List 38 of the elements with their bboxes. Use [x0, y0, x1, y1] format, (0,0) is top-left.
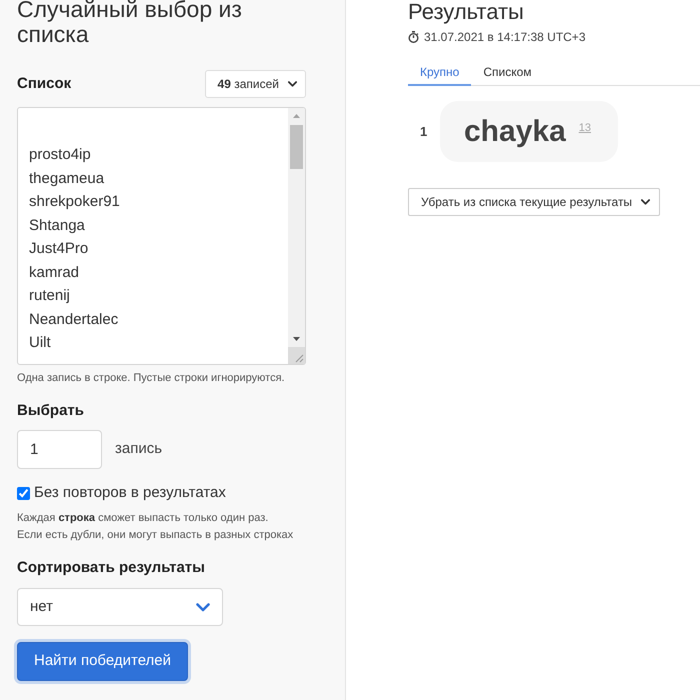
list-label: Список — [17, 74, 72, 94]
scrollbar-thumb[interactable] — [290, 125, 303, 169]
sort-select[interactable]: нет — [17, 588, 223, 626]
entry-count-button[interactable]: 49 записей — [204, 70, 306, 98]
results-title: Результаты — [408, 0, 525, 25]
stopwatch-icon — [408, 31, 419, 43]
scrollbar-track[interactable] — [288, 108, 305, 364]
list-entry: shrekpoker91 — [29, 192, 121, 212]
list-entry: prosto4ip — [29, 145, 92, 165]
sort-label: Сортировать результаты — [17, 558, 206, 578]
list-entry: rutenij — [29, 286, 71, 306]
list-entry: Shtanga — [29, 216, 86, 236]
help-text: Каждая строка сможет выпасть только один раз. — [17, 511, 270, 526]
no-repeats-label: Без повторов в результатах — [34, 482, 226, 503]
chevron-down-icon — [196, 602, 210, 612]
view-tab[interactable]: Списком — [471, 60, 544, 86]
no-repeats-checkbox[interactable] — [17, 486, 30, 500]
list-textarea[interactable]: prosto4ip thegameua shrekpoker91 Shtanga Just4Pro kamrad rutenij Neandertalec Uilt — [17, 107, 306, 365]
list-entry: Uilt — [29, 333, 52, 353]
caret-icon — [641, 199, 650, 205]
list-hint: Одна запись в строке. Пустые строки игнорируются. — [17, 371, 286, 386]
unit-label: запись — [115, 439, 162, 460]
winner-name: chayka — [464, 114, 566, 150]
pick-label: Выбрать — [17, 401, 85, 421]
resize-grip-icon[interactable] — [288, 347, 305, 364]
view-tab[interactable]: Крупно — [408, 60, 472, 86]
find-winners-button[interactable]: Найти победителей — [17, 642, 188, 681]
page-title: Случайный выбор из списка — [17, 0, 243, 47]
caret-icon — [288, 81, 297, 87]
timestamp: 31.07.2021 в 14:17:38 UTC+3 — [424, 29, 586, 45]
help-text: Если есть дубли, они могут выпасть в разных строках — [17, 528, 294, 543]
list-entry: thegameua — [29, 168, 106, 188]
rank-number: 1 — [420, 122, 428, 141]
list-entry: kamrad — [29, 262, 80, 282]
count-input[interactable]: 1 — [17, 430, 102, 469]
list-entry: Just4Pro — [29, 239, 90, 259]
list-entry: Neandertalec — [29, 310, 120, 330]
remove-results-button[interactable]: Убрать из списка текущие результаты — [408, 188, 660, 216]
